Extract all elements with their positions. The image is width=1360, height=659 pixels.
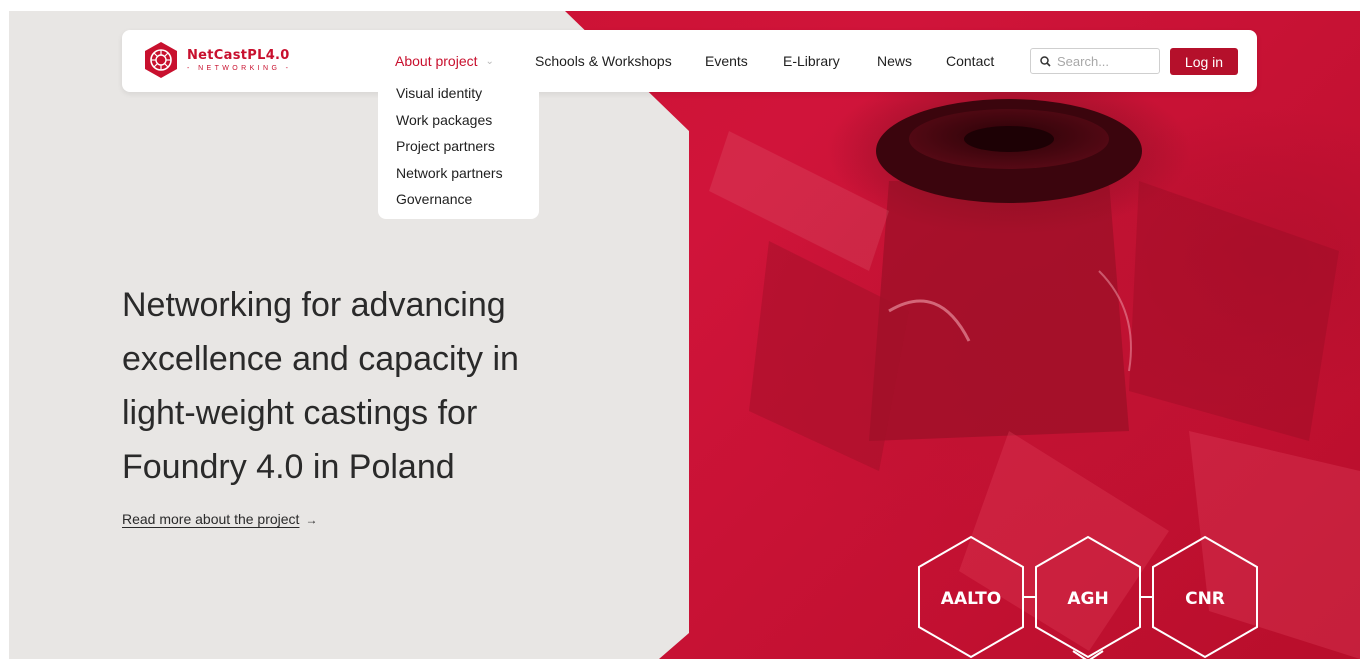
nav-item-contact[interactable]: Contact xyxy=(946,53,994,69)
headline-line: Networking for advancing xyxy=(122,286,506,324)
search-box[interactable] xyxy=(1030,48,1160,74)
chevron-down-icon: ⌄ xyxy=(485,56,494,67)
login-button[interactable]: Log in xyxy=(1170,48,1238,75)
search-icon xyxy=(1040,55,1051,67)
site-logo[interactable]: NetCastPL4.0 - NETWORKING - xyxy=(142,41,291,79)
nav-item-news[interactable]: News xyxy=(877,53,912,69)
top-navigation: NetCastPL4.0 - NETWORKING - About projec… xyxy=(122,30,1257,92)
nav-item-events[interactable]: Events xyxy=(705,53,748,69)
search-input[interactable] xyxy=(1057,53,1147,69)
dropdown-item-visual-identity[interactable]: Visual identity xyxy=(378,81,539,108)
dropdown-item-work-packages[interactable]: Work packages xyxy=(378,108,539,135)
logo-title: NetCastPL4.0 xyxy=(187,47,290,63)
dropdown-item-network-partners[interactable]: Network partners xyxy=(378,161,539,188)
dropdown-item-governance[interactable]: Governance xyxy=(378,187,539,214)
about-project-dropdown: Visual identity Work packages Project pa… xyxy=(378,77,539,219)
arrow-right-icon: → xyxy=(305,513,318,527)
nav-item-e-library[interactable]: E-Library xyxy=(783,53,840,69)
dropdown-item-project-partners[interactable]: Project partners xyxy=(378,134,539,161)
headline-line: light-weight castings for xyxy=(122,394,478,432)
headline-line: excellence and capacity in xyxy=(122,340,519,378)
logo-mark-icon xyxy=(145,42,177,78)
hero-headline: Networking for advancing excellence and … xyxy=(122,278,582,494)
read-more-link[interactable]: Read more about the project → xyxy=(122,511,317,527)
read-more-label: Read more about the project xyxy=(122,511,300,527)
nav-item-label: About project xyxy=(395,53,478,69)
nav-item-schools-workshops[interactable]: Schools & Workshops xyxy=(535,53,672,69)
logo-subtitle: - NETWORKING - xyxy=(187,64,292,72)
headline-line: Foundry 4.0 in Poland xyxy=(122,448,455,486)
nav-item-about-project[interactable]: About project ⌄ xyxy=(395,53,494,69)
page: AALTO AGH CNR NetCastPL4.0 - NETWORKING … xyxy=(9,11,1360,659)
